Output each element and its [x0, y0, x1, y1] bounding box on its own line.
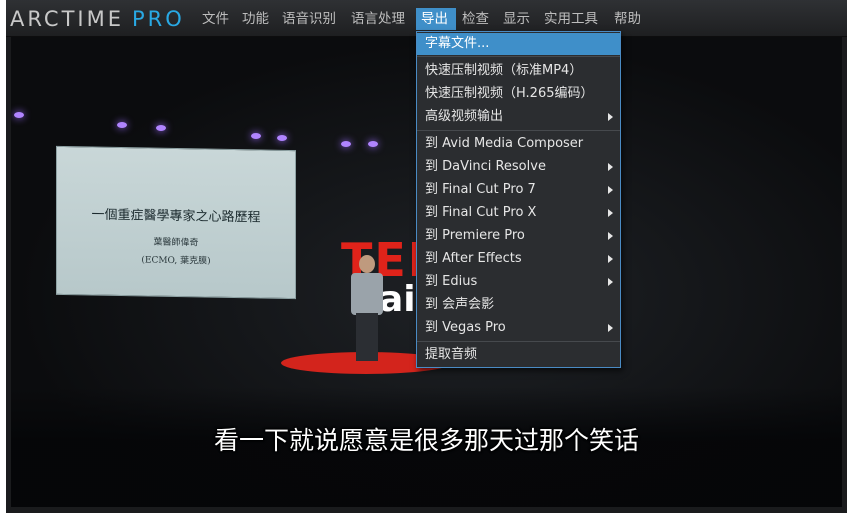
menu-item-subtitle-file[interactable]: 字幕文件... [417, 33, 620, 55]
stage-light [368, 141, 378, 147]
menu-speech-recognition[interactable]: 语音识别 [277, 8, 341, 30]
stage-light [117, 122, 127, 128]
logo-pro: PRO [131, 7, 185, 31]
export-dropdown-menu: 字幕文件... 快速压制视频（标准MP4） 快速压制视频（H.265编码） 高级… [416, 31, 621, 368]
menu-item-fast-mp4[interactable]: 快速压制视频（标准MP4） [417, 60, 620, 82]
menu-item-label: 到 Avid Media Composer [425, 136, 584, 151]
stage-light [277, 135, 287, 141]
submenu-arrow-icon [608, 324, 613, 332]
menu-item-label: 快速压制视频（标准MP4） [425, 63, 583, 78]
arctime-window: ARCTIME PRO 文件 功能 语音识别 语言处理 导出 检查 显示 实用工具… [6, 0, 847, 513]
projection-screen: 一個重症醫學專家之心路歷程 葉醫師偉奇 (ECMO, 葉克膜) [56, 145, 296, 300]
subtitle-text: 看一下就说愿意是很多那天过那个笑话 [213, 426, 639, 455]
menu-separator [417, 56, 620, 57]
menu-item-label: 到 Vegas Pro [425, 320, 506, 335]
menu-item-label: 字幕文件... [425, 36, 490, 51]
slide-note: (ECMO, 葉克膜) [141, 255, 211, 267]
menu-item-edius[interactable]: 到 Edius [417, 271, 620, 293]
slide-author: 葉醫師偉奇 [153, 237, 199, 249]
menu-item-label: 到 会声会影 [425, 297, 495, 312]
menu-separator [417, 341, 620, 342]
menu-item-label: 到 After Effects [425, 251, 522, 266]
menu-item-davinci[interactable]: 到 DaVinci Resolve [417, 156, 620, 178]
menu-file[interactable]: 文件 [197, 8, 234, 30]
menu-function[interactable]: 功能 [237, 8, 274, 30]
menu-item-label: 到 Final Cut Pro 7 [425, 182, 536, 197]
submenu-arrow-icon [608, 278, 613, 286]
menu-item-extract-audio[interactable]: 提取音频 [417, 344, 620, 366]
menu-item-huishenghuiying[interactable]: 到 会声会影 [417, 294, 620, 316]
menu-item-premiere[interactable]: 到 Premiere Pro [417, 225, 620, 247]
menu-display[interactable]: 显示 [498, 8, 535, 30]
menu-item-after-effects[interactable]: 到 After Effects [417, 248, 620, 270]
app-logo: ARCTIME PRO [10, 6, 185, 32]
menu-item-vegas[interactable]: 到 Vegas Pro [417, 317, 620, 339]
submenu-arrow-icon [608, 113, 613, 121]
stage-light [156, 125, 166, 131]
menu-item-label: 到 Premiere Pro [425, 228, 525, 243]
menu-language-processing[interactable]: 语言处理 [346, 8, 410, 30]
menu-item-label: 快速压制视频（H.265编码） [425, 86, 594, 101]
menu-export[interactable]: 导出 [416, 8, 456, 30]
menu-item-label: 提取音频 [425, 347, 478, 362]
stage-light [251, 133, 261, 139]
stage-light [14, 112, 24, 118]
menu-item-advanced-video[interactable]: 高级视频输出 [417, 106, 620, 128]
submenu-arrow-icon [608, 163, 613, 171]
menu-check[interactable]: 检查 [457, 8, 494, 30]
slide-title: 一個重症醫學專家之心路歷程 [91, 207, 261, 226]
logo-arctime: ARCTIME [10, 7, 124, 31]
submenu-arrow-icon [608, 209, 613, 217]
menu-item-fcp7[interactable]: 到 Final Cut Pro 7 [417, 179, 620, 201]
menu-item-fast-h265[interactable]: 快速压制视频（H.265编码） [417, 83, 620, 105]
menu-separator [417, 130, 620, 131]
menu-item-label: 到 Final Cut Pro X [425, 205, 537, 220]
menu-help[interactable]: 帮助 [609, 8, 646, 30]
submenu-arrow-icon [608, 186, 613, 194]
menu-item-avid[interactable]: 到 Avid Media Composer [417, 133, 620, 155]
menu-item-label: 高级视频输出 [425, 109, 504, 124]
submenu-arrow-icon [608, 255, 613, 263]
menu-tools[interactable]: 实用工具 [539, 8, 603, 30]
menu-item-label: 到 Edius [425, 274, 478, 289]
submenu-arrow-icon [608, 232, 613, 240]
speaker-figure [347, 255, 387, 365]
menu-item-fcpx[interactable]: 到 Final Cut Pro X [417, 202, 620, 224]
menu-item-label: 到 DaVinci Resolve [425, 159, 546, 174]
stage-light [341, 141, 351, 147]
